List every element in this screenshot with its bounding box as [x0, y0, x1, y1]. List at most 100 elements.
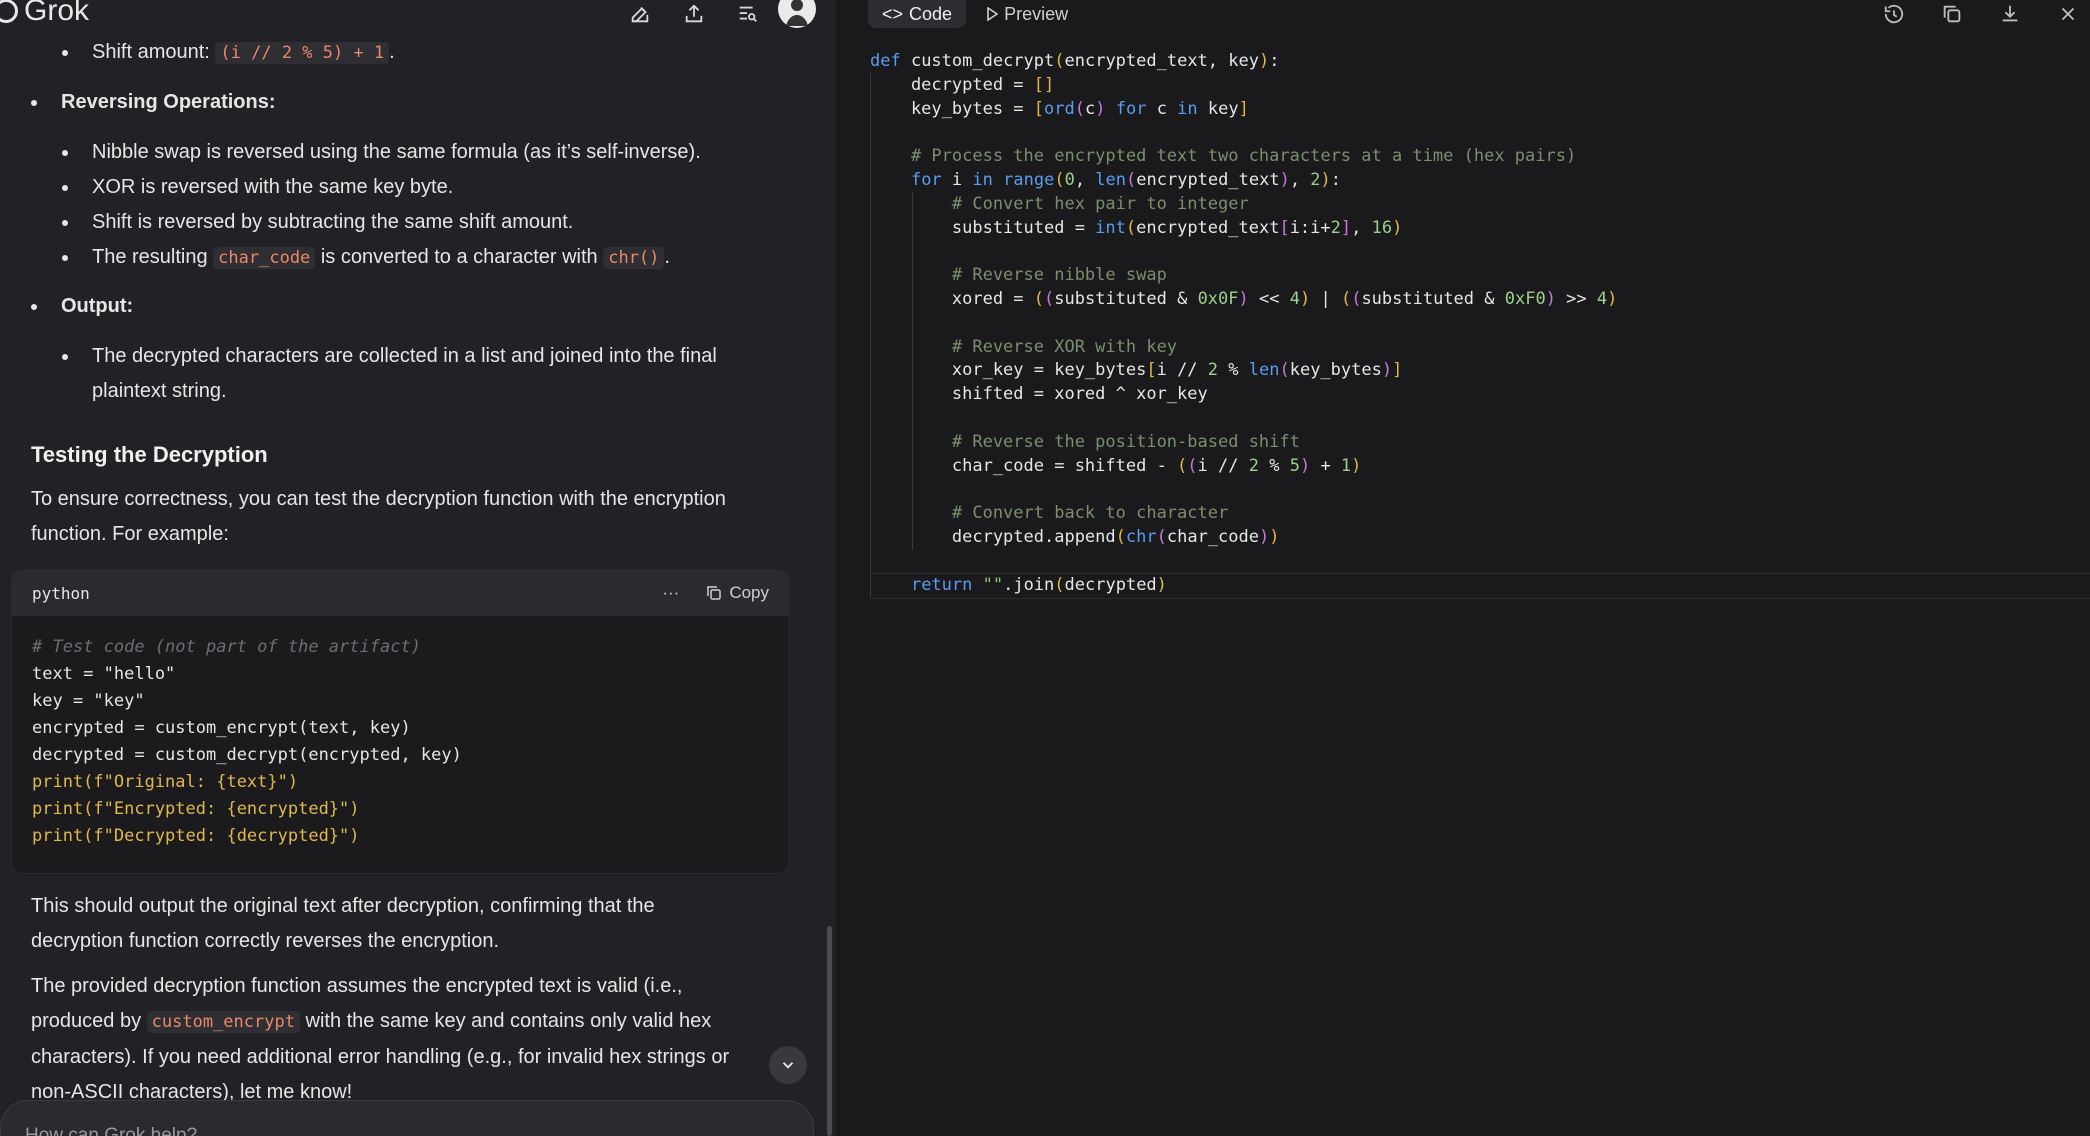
- bullet-dot: [31, 100, 37, 106]
- scroll-down-button[interactable]: [769, 1046, 807, 1084]
- close-icon[interactable]: [2054, 0, 2082, 28]
- copy-label: Copy: [729, 583, 769, 602]
- list-item: XOR is reversed with the same key byte.: [62, 170, 453, 205]
- download-icon[interactable]: [1996, 0, 2024, 28]
- list-item: Nibble swap is reversed using the same f…: [62, 135, 701, 170]
- grok-logo-icon: [0, 0, 18, 23]
- code-line: # Test code (not part of the artifact): [32, 637, 421, 657]
- punct: .: [664, 246, 670, 268]
- code-line: xor_key = key_bytes[i // 2 % len(key_byt…: [870, 360, 1403, 381]
- code-line: text = "hello": [32, 664, 176, 684]
- tab-label: Preview: [1004, 3, 1069, 24]
- bullet-dot: [31, 304, 37, 310]
- code-line: ​: [870, 407, 1617, 431]
- code-line: key_bytes = [ord(c) for c in key]: [870, 98, 1249, 119]
- more-options-icon[interactable]: ···: [662, 583, 679, 603]
- punct: .: [389, 41, 395, 63]
- list-item-text: The decrypted characters are collected i…: [92, 345, 717, 367]
- list-item: Reversing Operations:: [31, 85, 276, 120]
- code-line: encrypted = custom_encrypt(text, key): [32, 718, 411, 738]
- shift-label: Shift amount:: [92, 41, 216, 63]
- code-line: for i in range(0, len(encrypted_text), 2…: [910, 169, 1342, 190]
- code-line: ​: [870, 240, 1617, 264]
- history-search-icon[interactable]: [734, 0, 762, 28]
- share-icon[interactable]: [680, 0, 708, 28]
- list-item-text: XOR is reversed with the same key byte.: [92, 176, 454, 198]
- section-label: Output:: [61, 295, 134, 317]
- code-language: python: [32, 583, 90, 603]
- code-editor[interactable]: def custom_decrypt(encrypted_text, key):…: [870, 50, 1617, 597]
- list-item-text: Nibble swap is reversed using the same f…: [92, 141, 701, 163]
- chat-scrollbar[interactable]: [827, 926, 832, 1136]
- tab-preview[interactable]: Preview: [972, 0, 1082, 28]
- tab-label: Code: [909, 3, 953, 24]
- chat-pane: Grok Shift amount: (i // 2 % 5) + 1. Rev…: [0, 0, 836, 1136]
- grok-logo[interactable]: Grok: [0, 0, 89, 28]
- bullet-dot: [62, 220, 68, 226]
- code-line: # Reverse nibble swap: [870, 265, 1167, 286]
- code-line: # Convert back to character: [870, 503, 1229, 524]
- inline-code: char_code: [213, 247, 316, 269]
- code-block-body: # Test code (not part of the artifact) t…: [12, 616, 789, 868]
- paragraph-line: characters). If you need additional erro…: [31, 1046, 730, 1068]
- code-line: ​: [870, 121, 1617, 145]
- bullet-dot: [62, 150, 68, 156]
- code-line: ​: [870, 312, 1617, 336]
- code-line: # Convert hex pair to integer: [870, 193, 1249, 214]
- code-line: decrypted = []: [870, 74, 1055, 95]
- inline-code: (i // 2 % 5) + 1: [215, 42, 390, 64]
- list-item-text: plaintext string.: [92, 380, 227, 402]
- list-item: The resulting char_code is converted to …: [62, 240, 670, 276]
- paragraph-line: This should output the original text aft…: [31, 895, 655, 917]
- list-item-text: Shift is reversed by subtracting the sam…: [92, 211, 574, 233]
- tab-code[interactable]: <> Code: [868, 0, 967, 28]
- code-line: def custom_decrypt(encrypted_text, key):: [870, 51, 1280, 71]
- list-item: The decrypted characters are collected i…: [62, 339, 717, 409]
- inline-code: chr(): [603, 247, 665, 269]
- section-heading: Testing the Decryption: [31, 442, 268, 467]
- copy-icon[interactable]: [1938, 0, 1966, 28]
- code-line: xored = ((substituted & 0x0F) << 4) | ((…: [870, 288, 1618, 309]
- play-icon: [987, 7, 999, 21]
- code-icon: <>: [882, 3, 904, 24]
- code-block-header: python ··· Copy: [12, 570, 789, 616]
- paragraph-line: produced by: [31, 1010, 147, 1032]
- paragraph: The provided decryption function assumes…: [31, 969, 791, 1110]
- code-line: return "".join(decrypted): [910, 574, 1167, 595]
- code-line: key = "key": [32, 691, 145, 711]
- code-line: char_code = shifted - ((i // 2 % 5) + 1): [870, 455, 1362, 476]
- code-line: print(f"Original: {text}"): [32, 772, 299, 792]
- bullet-dot: [62, 50, 68, 56]
- artifact-pane: <> Code Preview def custom_decrypt(encry…: [836, 0, 2090, 1136]
- copy-button[interactable]: Copy: [705, 583, 769, 603]
- code-line: print(f"Decrypted: {decrypted}"): [32, 826, 360, 846]
- bullet-dot: [62, 185, 68, 191]
- code-line: decrypted = custom_decrypt(encrypted, ke…: [32, 745, 462, 765]
- code-line: ​: [870, 478, 1617, 502]
- paragraph-line: decryption function correctly reverses t…: [31, 930, 499, 952]
- inline-code: custom_encrypt: [146, 1011, 300, 1033]
- list-item-text: is converted to a character with: [315, 246, 604, 268]
- paragraph-line: with the same key and contains only vali…: [299, 1010, 712, 1032]
- list-item: Shift amount: (i // 2 % 5) + 1.: [62, 35, 395, 71]
- bullet-dot: [62, 255, 68, 261]
- chat-topbar: Grok: [0, 0, 836, 28]
- paragraph: To ensure correctness, you can test the …: [31, 482, 791, 552]
- code-line: # Reverse the position-based shift: [870, 431, 1300, 452]
- code-line: # Process the encrypted text two charact…: [870, 146, 1577, 167]
- chat-input[interactable]: How can Grok help?: [0, 1100, 814, 1136]
- section-label: Reversing Operations:: [61, 91, 276, 113]
- copy-icon: [707, 586, 722, 600]
- code-line: # Reverse XOR with key: [870, 336, 1178, 357]
- list-item-text: The resulting: [92, 246, 214, 268]
- avatar[interactable]: [778, 0, 816, 28]
- paragraph-line: The provided decryption function assumes…: [31, 975, 683, 997]
- new-chat-icon[interactable]: [626, 0, 654, 28]
- paragraph: This should output the original text aft…: [31, 889, 791, 959]
- history-icon[interactable]: [1880, 0, 1908, 28]
- app-name: Grok: [24, 0, 90, 27]
- list-item: Shift is reversed by subtracting the sam…: [62, 205, 573, 240]
- chevron-down-icon: [782, 1062, 794, 1069]
- code-line: print(f"Encrypted: {encrypted}"): [32, 799, 360, 819]
- chat-input-placeholder: How can Grok help?: [25, 1125, 198, 1136]
